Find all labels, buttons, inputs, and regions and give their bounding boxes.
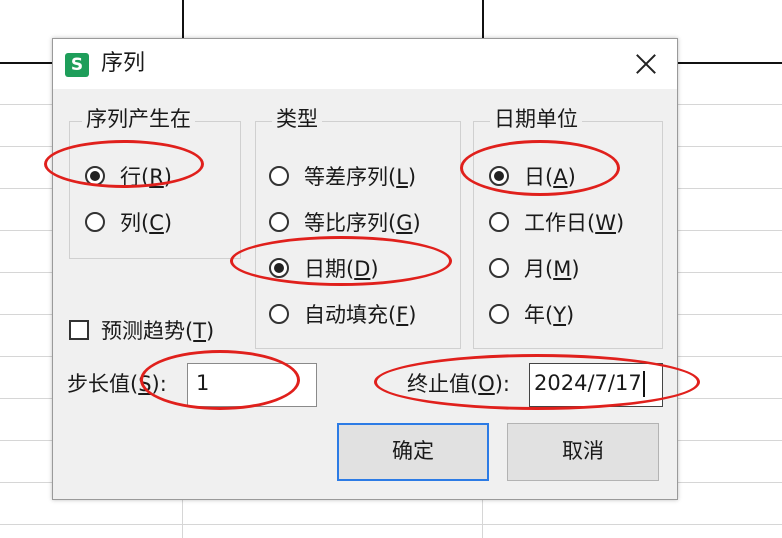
radio-month-indicator[interactable]	[489, 258, 509, 278]
radio-year-label: 年(Y)	[524, 303, 575, 327]
dialog-title: 序列	[101, 51, 146, 76]
step-input[interactable]: 1	[187, 363, 317, 407]
radio-growth-label: 等比序列(G)	[304, 211, 421, 235]
stop-input[interactable]: 2024/7/17	[529, 363, 663, 407]
radio-year-indicator[interactable]	[489, 304, 509, 324]
radio-linear[interactable]: 等差序列(L)	[269, 161, 416, 191]
radio-month-label: 月(M)	[524, 257, 580, 281]
radio-autofill[interactable]: 自动填充(F)	[269, 299, 417, 329]
series-dialog: S 序列 序列产生在 行(R) 列(C) 类型 等差序列(L) 等比序列(G) …	[52, 38, 678, 500]
radio-autofill-label: 自动填充(F)	[304, 303, 417, 327]
trend-checkbox[interactable]: 预测趋势(T)	[69, 315, 214, 345]
radio-autofill-indicator[interactable]	[269, 304, 289, 324]
radio-day[interactable]: 日(A)	[489, 161, 576, 191]
radio-row[interactable]: 行(R)	[85, 161, 172, 191]
radio-weekday[interactable]: 工作日(W)	[489, 207, 624, 237]
dialog-titlebar: S 序列	[53, 39, 677, 89]
step-label: 步长值(S):	[67, 372, 167, 396]
radio-month[interactable]: 月(M)	[489, 253, 580, 283]
radio-row-label: 行(R)	[120, 165, 172, 189]
radio-column-indicator[interactable]	[85, 212, 105, 232]
radio-day-label: 日(A)	[524, 165, 576, 189]
text-caret	[642, 371, 645, 397]
radio-growth[interactable]: 等比序列(G)	[269, 207, 421, 237]
radio-row-indicator[interactable]	[85, 166, 105, 186]
spreadsheet-app-icon: S	[65, 53, 89, 77]
date-unit-legend: 日期单位	[490, 104, 582, 134]
trend-checkbox-box[interactable]	[69, 320, 89, 340]
radio-weekday-label: 工作日(W)	[524, 211, 625, 235]
radio-column-label: 列(C)	[120, 211, 173, 235]
radio-date[interactable]: 日期(D)	[269, 253, 379, 283]
series-in-legend: 序列产生在	[82, 104, 195, 134]
radio-growth-indicator[interactable]	[269, 212, 289, 232]
radio-date-indicator[interactable]	[269, 258, 289, 278]
radio-linear-indicator[interactable]	[269, 166, 289, 186]
stop-input-value: 2024/7/17	[534, 371, 642, 395]
radio-day-indicator[interactable]	[489, 166, 509, 186]
stop-label: 终止值(O):	[407, 372, 511, 396]
trend-checkbox-label: 预测趋势(T)	[101, 319, 215, 343]
close-icon[interactable]	[629, 47, 663, 81]
radio-date-label: 日期(D)	[304, 257, 379, 281]
radio-year[interactable]: 年(Y)	[489, 299, 574, 329]
radio-weekday-indicator[interactable]	[489, 212, 509, 232]
cancel-button[interactable]: 取消	[507, 423, 659, 481]
step-input-value: 1	[196, 371, 210, 395]
ok-button[interactable]: 确定	[337, 423, 489, 481]
type-legend: 类型	[272, 104, 322, 134]
radio-linear-label: 等差序列(L)	[304, 165, 417, 189]
radio-column[interactable]: 列(C)	[85, 207, 172, 237]
